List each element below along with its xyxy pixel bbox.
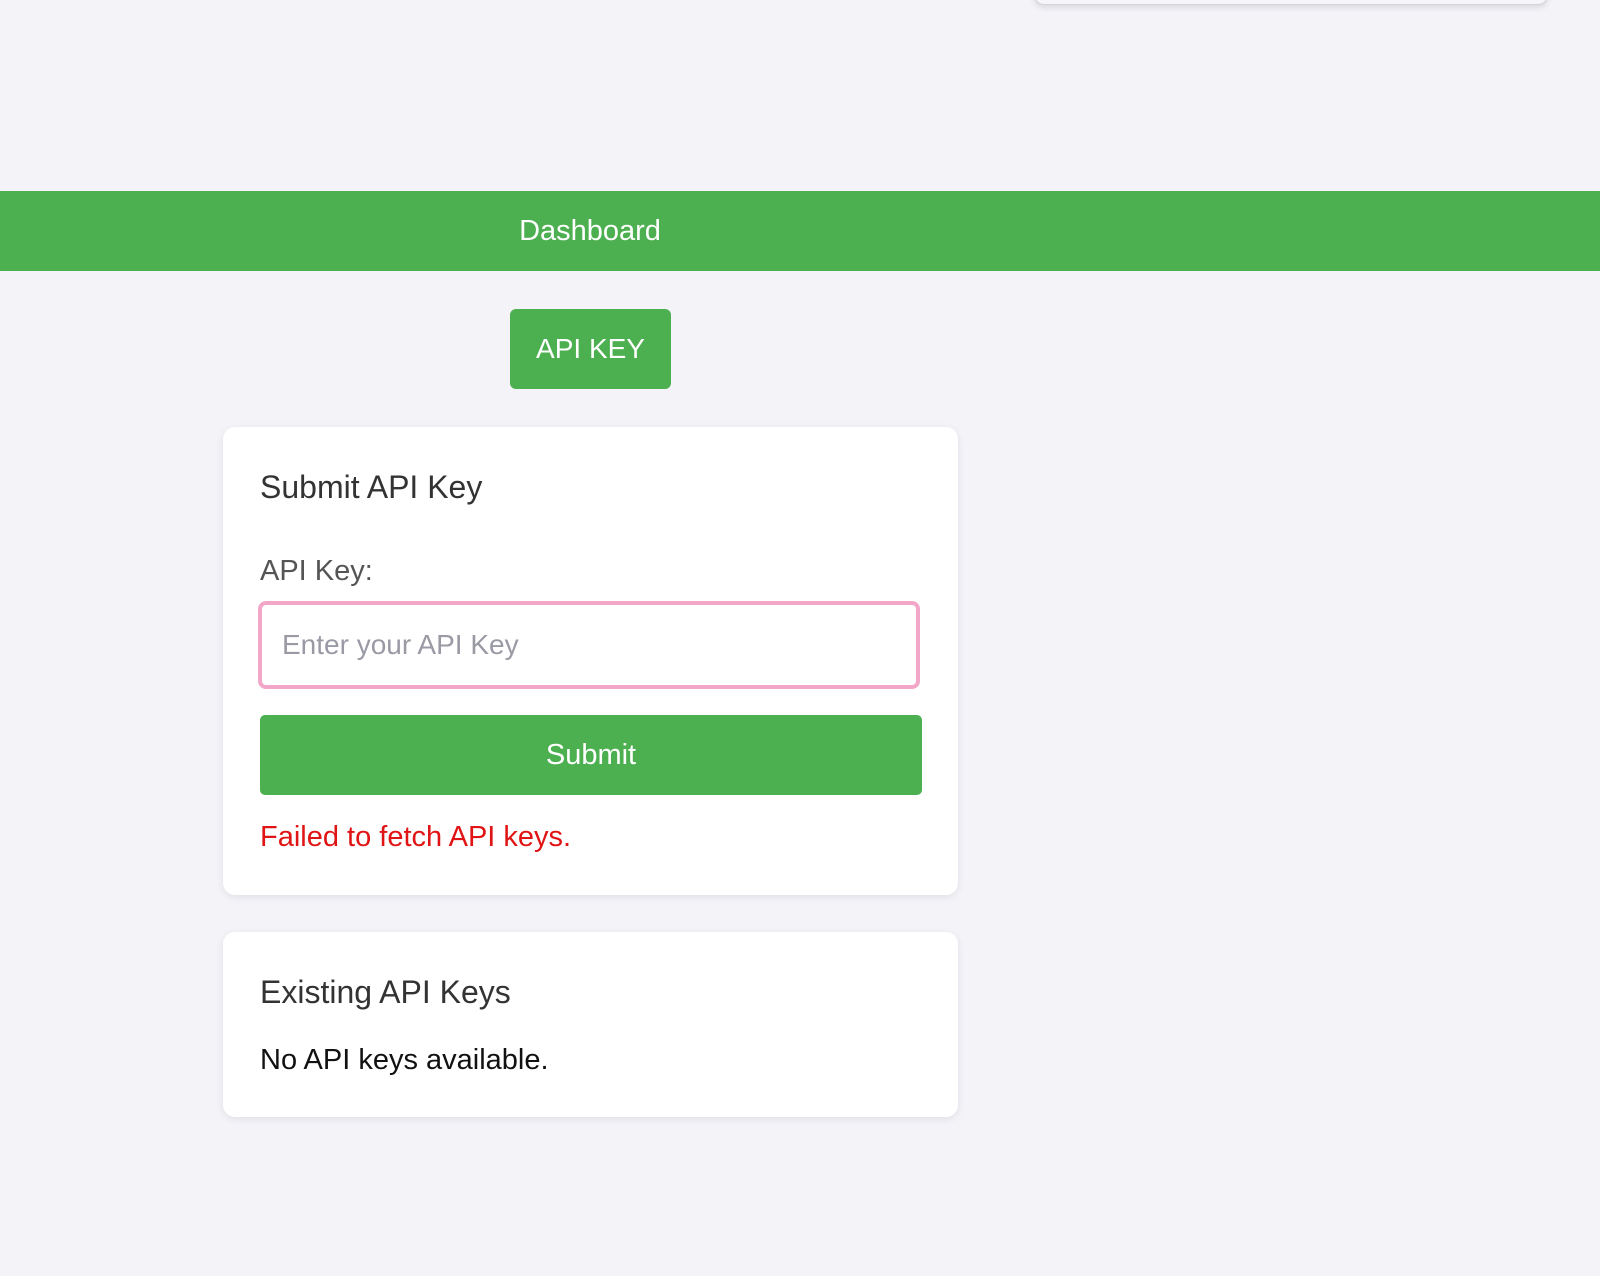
page-title: Dashboard [519, 215, 661, 247]
api-key-field-label: API Key: [260, 555, 373, 587]
submit-api-key-title: Submit API Key [260, 469, 483, 505]
top-navbar: Dashboard [0, 191, 1600, 271]
api-key-input[interactable] [258, 601, 920, 689]
existing-api-keys-title: Existing API Keys [260, 974, 511, 1010]
empty-keys-message: No API keys available. [260, 1044, 549, 1076]
dropdown-panel-edge [1034, 0, 1548, 5]
submit-button[interactable]: Submit [260, 715, 922, 795]
submit-api-key-card: Submit API Key API Key: Submit Failed to… [223, 427, 958, 895]
error-message: Failed to fetch API keys. [260, 821, 572, 853]
existing-api-keys-card: Existing API Keys No API keys available. [223, 932, 958, 1117]
api-key-tab-button[interactable]: API KEY [510, 309, 671, 389]
